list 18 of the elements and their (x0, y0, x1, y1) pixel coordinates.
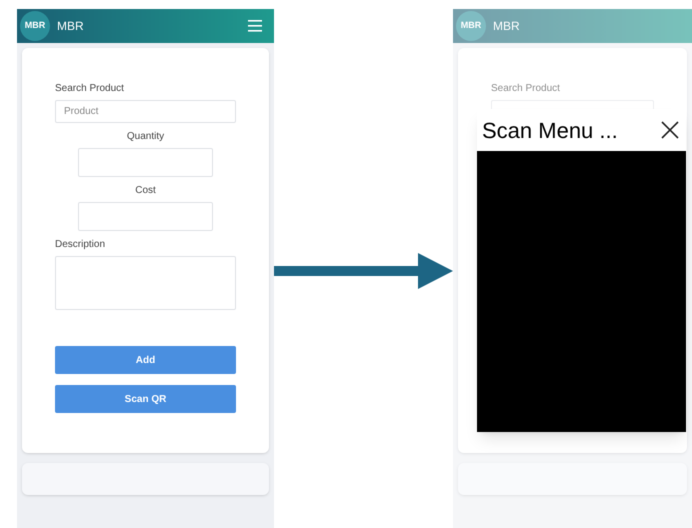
field-label: Search Product (491, 82, 561, 96)
app-title: MBR (57, 18, 84, 35)
input-field[interactable]: Product (55, 100, 236, 123)
app-title: MBR (493, 18, 520, 35)
field-label: Description (55, 238, 106, 252)
field-label: Search Product (55, 82, 125, 96)
input-field[interactable] (78, 202, 213, 231)
field-label: Quantity (126, 130, 164, 144)
logo: MBR (456, 11, 486, 41)
field-label: Cost (135, 184, 156, 198)
button[interactable]: Add (55, 346, 236, 374)
button[interactable]: Scan QR (55, 385, 236, 413)
logo: MBR (20, 11, 50, 41)
close-icon[interactable] (661, 121, 679, 139)
text-area[interactable] (55, 256, 236, 310)
menu-icon[interactable] (248, 20, 262, 32)
dialog-title: Scan Menu ... (482, 116, 618, 144)
input-field[interactable] (78, 148, 213, 177)
